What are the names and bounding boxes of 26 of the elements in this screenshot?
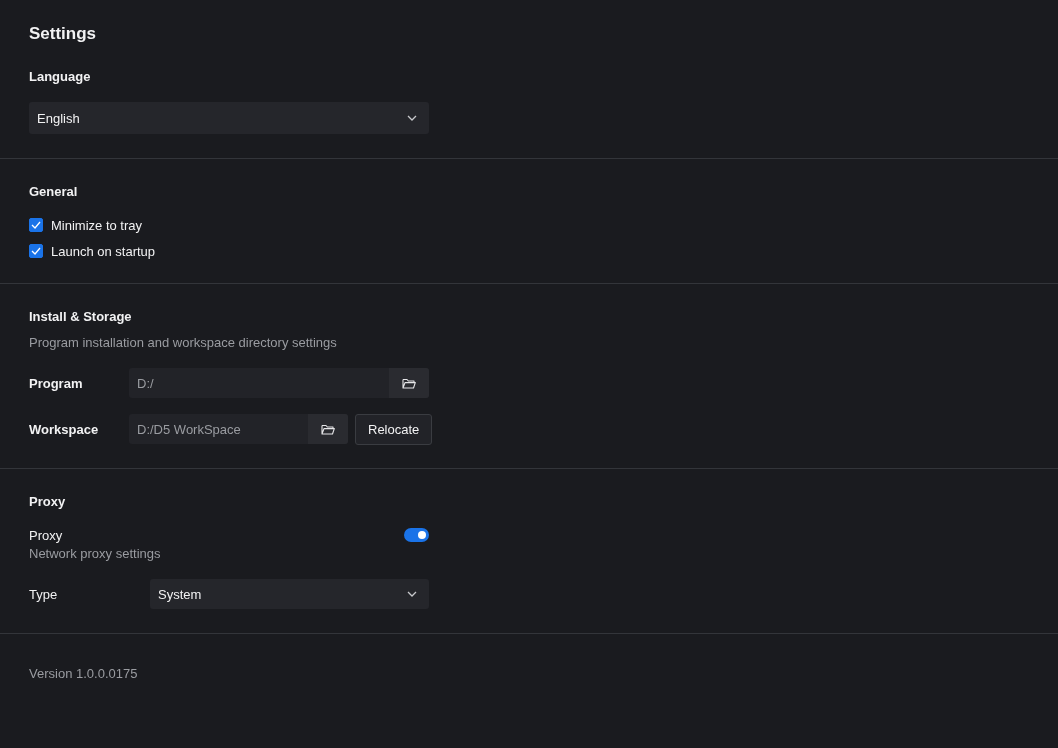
- section-heading: General: [29, 184, 79, 200]
- browse-folder-button[interactable]: [389, 368, 429, 398]
- browse-folder-button[interactable]: [308, 414, 348, 444]
- chevron-down-icon: [407, 115, 417, 121]
- language-dropdown[interactable]: English: [29, 102, 429, 134]
- section-heading: Proxy: [29, 494, 67, 510]
- folder-icon: [321, 423, 335, 435]
- section-description: Program installation and workspace directory settings: [29, 335, 338, 351]
- relocate-button[interactable]: Relocate: [355, 413, 433, 445]
- folder-icon: [402, 377, 416, 389]
- toggle-description: Network proxy settings: [29, 546, 162, 562]
- proxy-toggle[interactable]: [404, 528, 429, 542]
- section-heading: Install & Storage: [29, 309, 133, 325]
- section-heading: Language: [29, 69, 92, 85]
- field-label: Program: [29, 375, 84, 391]
- toggle-label: Proxy: [29, 527, 63, 543]
- chevron-down-icon: [407, 591, 417, 597]
- field-label: Workspace: [29, 421, 100, 437]
- checkbox[interactable]: [29, 218, 43, 232]
- checkbox[interactable]: [29, 244, 43, 258]
- checkbox-label: Launch on startup: [51, 243, 156, 259]
- version-text: Version 1.0.0.0175: [29, 666, 139, 681]
- checkbox-label: Minimize to tray: [51, 217, 143, 233]
- proxy-type-dropdown[interactable]: System: [150, 579, 429, 609]
- field-label: Type: [29, 586, 59, 602]
- page-title: Settings: [29, 24, 98, 44]
